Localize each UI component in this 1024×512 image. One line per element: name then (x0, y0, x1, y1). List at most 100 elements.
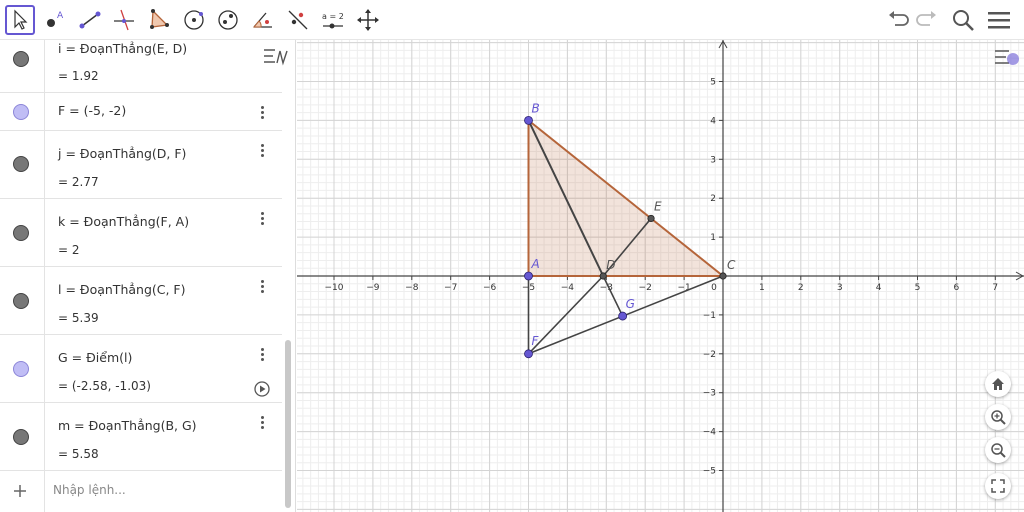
definition-text[interactable]: k = ĐoạnThẳng(F, A) (58, 214, 189, 229)
point-B[interactable] (524, 116, 533, 125)
row-gutter (44, 40, 45, 92)
visibility-toggle[interactable] (13, 429, 29, 445)
point-D[interactable] (599, 272, 607, 280)
algebra-row-k[interactable]: k = ĐoạnThẳng(F, A) = 2 (0, 199, 282, 267)
slider-tool-button[interactable]: a = 2 (318, 5, 348, 35)
move-tool-button[interactable] (5, 5, 35, 35)
zoom-out-icon (991, 443, 1006, 458)
visibility-toggle[interactable] (13, 293, 29, 309)
algebra-style-bar-icon[interactable] (262, 46, 290, 68)
play-animation-icon[interactable] (254, 381, 270, 397)
zoom-in-button[interactable] (985, 404, 1011, 430)
row-gutter (44, 199, 45, 266)
home-icon (992, 378, 1004, 390)
x-tick-label: 7 (992, 283, 998, 293)
point-F[interactable] (524, 349, 533, 359)
point-icon: A (47, 11, 64, 27)
x-tick-label: 2 (798, 283, 804, 293)
polygon-tool-button[interactable] (144, 5, 174, 35)
point-label-A: A (531, 257, 540, 271)
main-menu-button[interactable] (985, 6, 1013, 34)
more-options-icon[interactable] (255, 345, 269, 363)
point-G[interactable] (618, 311, 628, 321)
polygon-icon (150, 9, 169, 29)
point-label-D: D (606, 258, 615, 272)
redo-icon (916, 11, 936, 26)
y-tick-label: −1 (703, 311, 716, 321)
toolbar: A a = 2 (0, 0, 1024, 40)
graphics-style-bar-icon[interactable] (993, 46, 1021, 70)
move-graphics-tool-button[interactable] (353, 5, 383, 35)
y-tick-label: 1 (710, 233, 716, 243)
definition-text[interactable]: i = ĐoạnThẳng(E, D) (58, 41, 187, 56)
point-A[interactable] (524, 271, 533, 281)
undo-icon (889, 11, 909, 26)
x-tick-label: −10 (325, 283, 344, 293)
slider-label: a = 2 (322, 12, 344, 21)
x-tick-label: −8 (405, 283, 419, 293)
point-label-C: C (727, 258, 736, 272)
angle-tool-button[interactable] (248, 5, 278, 35)
definition-text[interactable]: F = (-5, -2) (58, 103, 126, 118)
algebra-row-F[interactable]: F = (-5, -2) (0, 93, 282, 131)
algebra-row-j[interactable]: j = ĐoạnThẳng(D, F) = 2.77 (0, 131, 282, 199)
cursor-arrow-icon (14, 9, 28, 30)
point-tool-button[interactable]: A (40, 5, 70, 35)
row-gutter (44, 471, 45, 512)
point-C[interactable] (719, 272, 727, 280)
reflect-tool-button[interactable] (283, 5, 313, 35)
circle-tool-button[interactable] (179, 5, 209, 35)
definition-text[interactable]: j = ĐoạnThẳng(D, F) (58, 146, 186, 161)
graphics-view[interactable]: −10−9−8−7−6−5−4−3−2−10123456754321−1−2−3… (297, 40, 1024, 512)
algebra-view: i = ĐoạnThẳng(E, D) = 1.92 F = (-5, -2) … (0, 40, 296, 512)
algebra-row-G[interactable]: G = Điểm(l) = (-2.58, -1.03) (0, 335, 282, 403)
value-text: = (-2.58, -1.03) (58, 379, 151, 393)
y-tick-label: −4 (703, 428, 717, 438)
point-label-G: G (626, 297, 635, 311)
visibility-toggle[interactable] (13, 104, 29, 120)
plus-icon[interactable] (13, 484, 27, 498)
x-tick-label: −4 (561, 283, 575, 293)
search-icon (953, 10, 974, 31)
circle-icon (184, 10, 204, 30)
segment-tool-button[interactable] (75, 5, 105, 35)
ellipse-tool-button[interactable] (213, 5, 243, 35)
home-view-button[interactable] (985, 371, 1011, 397)
algebra-row-m[interactable]: m = ĐoạnThẳng(B, G) = 5.58 (0, 403, 282, 471)
x-tick-label: 4 (876, 283, 882, 293)
algebra-scrollbar[interactable] (285, 340, 291, 508)
fullscreen-button[interactable] (985, 473, 1011, 499)
row-gutter (44, 267, 45, 334)
value-text: = 2.77 (58, 175, 99, 189)
input-placeholder[interactable]: Nhập lệnh... (53, 483, 126, 497)
redo-button[interactable] (913, 6, 941, 34)
more-options-icon[interactable] (255, 209, 269, 227)
x-tick-label: 1 (759, 283, 765, 293)
y-tick-label: −5 (703, 467, 716, 477)
definition-text[interactable]: m = ĐoạnThẳng(B, G) (58, 418, 197, 433)
perpendicular-line-tool-button[interactable] (109, 5, 139, 35)
visibility-toggle[interactable] (13, 156, 29, 172)
zoom-out-button[interactable] (985, 437, 1011, 463)
point-E[interactable] (647, 214, 655, 223)
undo-button[interactable] (884, 6, 912, 34)
more-options-icon[interactable] (255, 413, 269, 431)
algebra-row-i[interactable]: i = ĐoạnThẳng(E, D) = 1.92 (0, 40, 282, 93)
input-bar[interactable]: Nhập lệnh... (0, 471, 282, 512)
hamburger-menu-icon (988, 12, 1010, 29)
segment-icon (79, 11, 101, 29)
graphics-canvas[interactable]: −10−9−8−7−6−5−4−3−2−10123456754321−1−2−3… (297, 40, 1024, 512)
more-options-icon[interactable] (255, 103, 269, 121)
visibility-toggle[interactable] (13, 361, 29, 377)
visibility-toggle[interactable] (13, 51, 29, 67)
definition-text[interactable]: l = ĐoạnThẳng(C, F) (58, 282, 186, 297)
search-button[interactable] (949, 6, 977, 34)
x-tick-label: 3 (837, 283, 843, 293)
algebra-row-l[interactable]: l = ĐoạnThẳng(C, F) = 5.39 (0, 267, 282, 335)
x-tick-label: −7 (444, 283, 457, 293)
more-options-icon[interactable] (255, 141, 269, 159)
angle-icon (252, 12, 272, 28)
definition-text[interactable]: G = Điểm(l) (58, 350, 132, 365)
visibility-toggle[interactable] (13, 225, 29, 241)
more-options-icon[interactable] (255, 277, 269, 295)
